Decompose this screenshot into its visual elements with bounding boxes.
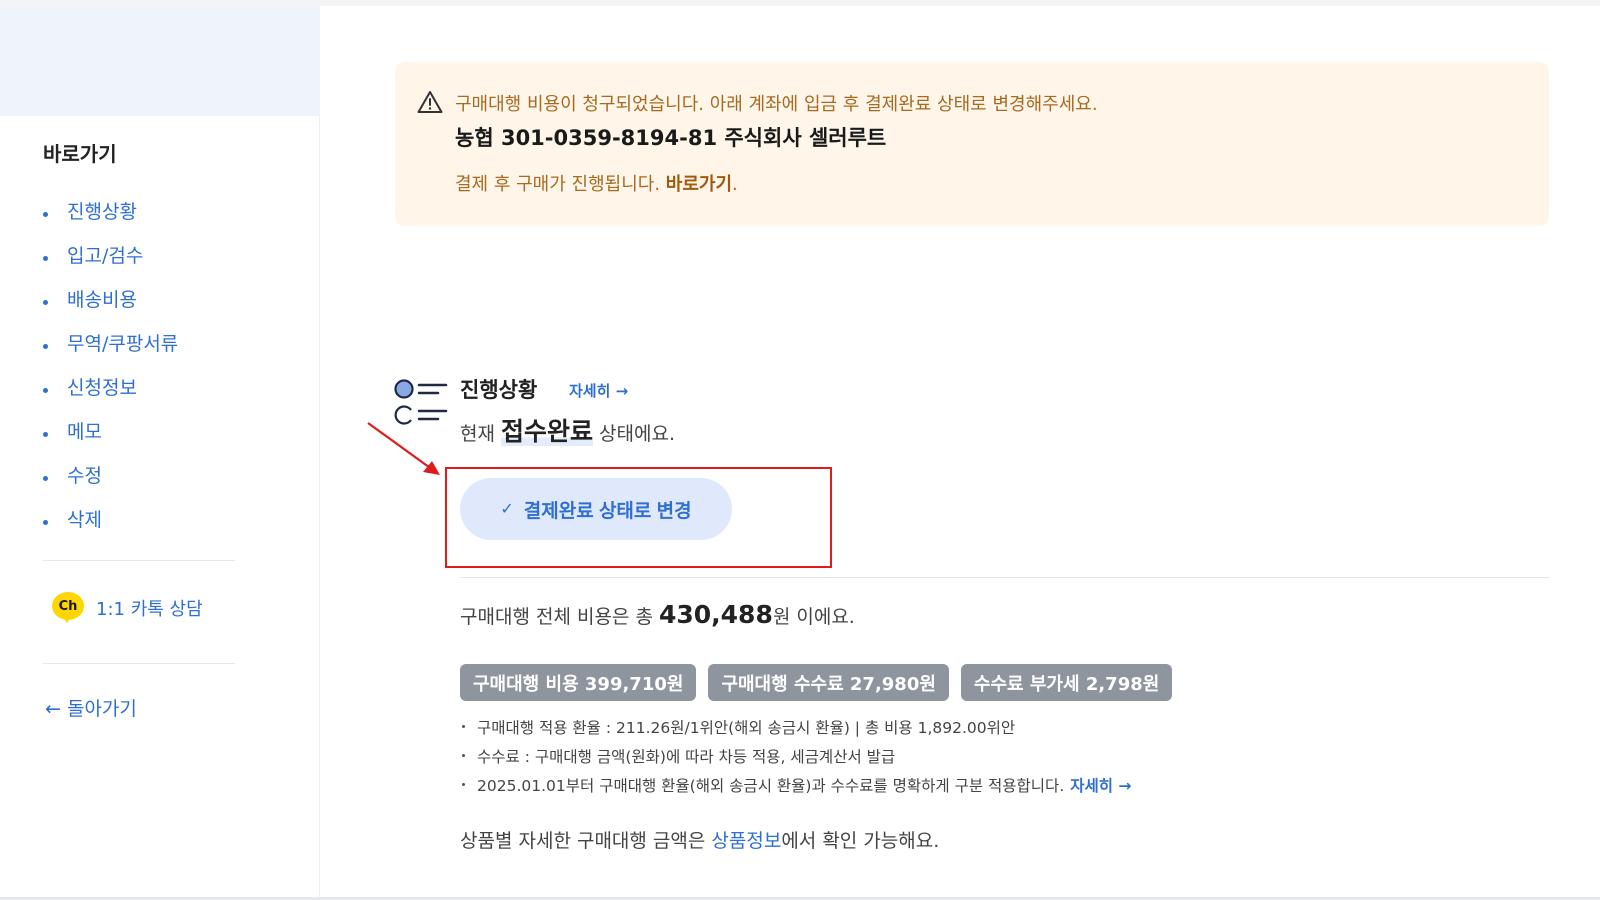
sidebar-item-label: 배송비용 xyxy=(67,288,137,311)
bank-account: 농협 301-0359-8194-81 주식회사 셀러루트 xyxy=(455,126,887,150)
current-status-text: 현재 접수완료 상태에요. xyxy=(460,417,676,446)
sidebar-item-label: 진행상황 xyxy=(67,200,137,223)
sidebar-item-label: 메모 xyxy=(67,420,102,443)
nav-list: 진행상황 입고/검수 배송비용 무역/쿠팡서류 신청정보 메모 수정 삭제 xyxy=(43,188,178,540)
section-title: 진행상황 xyxy=(460,378,538,402)
sidebar-item-shipping-cost[interactable]: 배송비용 xyxy=(43,276,178,320)
cost-chip-fee: 구매대행 수수료 27,980원 xyxy=(708,664,949,701)
check-icon: ✓ xyxy=(500,501,514,518)
alert-message: 구매대행 비용이 청구되었습니다. 아래 계좌에 입금 후 결제완료 상태로 변… xyxy=(455,94,1098,115)
nav-title: 바로가기 xyxy=(43,142,117,166)
kakao-chat-link[interactable]: Ch 1:1 카톡 상담 xyxy=(52,592,203,624)
sidebar-item-edit[interactable]: 수정 xyxy=(43,452,178,496)
bullet-icon xyxy=(43,211,48,217)
sidebar-item-request-info[interactable]: 신청정보 xyxy=(43,364,178,408)
bullet-icon xyxy=(43,387,48,393)
list-item: 구매대행 적용 환율 : 211.26원/1위안(해외 송금시 환율) | 총 … xyxy=(462,712,1131,741)
kakao-channel-icon: Ch xyxy=(52,592,84,624)
bullet-icon xyxy=(43,519,48,525)
cost-notes: 구매대행 적용 환율 : 211.26원/1위안(해외 송금시 환율) | 총 … xyxy=(462,712,1131,799)
sidebar-item-trade-docs[interactable]: 무역/쿠팡서류 xyxy=(43,320,178,364)
section-divider xyxy=(460,577,1550,578)
alert-note: 결제 후 구매가 진행됩니다. 바로가기. xyxy=(455,174,738,195)
sidebar-item-label: 무역/쿠팡서류 xyxy=(67,332,179,355)
sidebar-header-area xyxy=(0,6,320,116)
sidebar-item-label: 삭제 xyxy=(67,508,102,531)
sidebar-item-delete[interactable]: 삭제 xyxy=(43,496,178,540)
total-cost-text: 구매대행 전체 비용은 총 430,488원 이에요. xyxy=(460,600,855,629)
sidebar-item-progress[interactable]: 진행상황 xyxy=(43,188,178,232)
bullet-icon xyxy=(43,343,48,349)
bullet-icon xyxy=(43,299,48,305)
status-value: 접수완료 xyxy=(501,417,594,446)
button-label: 결제완료 상태로 변경 xyxy=(523,500,692,522)
kakao-chat-label: 1:1 카톡 상담 xyxy=(96,599,203,620)
alert-shortcut-link[interactable]: 바로가기 xyxy=(666,174,732,195)
total-amount: 430,488 xyxy=(658,600,773,629)
payment-alert: 구매대행 비용이 청구되었습니다. 아래 계좌에 입금 후 결제완료 상태로 변… xyxy=(395,62,1549,226)
product-info-text: 상품별 자세한 구매대행 금액은 상품정보에서 확인 가능해요. xyxy=(460,830,940,852)
back-link[interactable]: ← 돌아가기 xyxy=(45,694,137,721)
warning-icon xyxy=(417,91,443,113)
sidebar-divider xyxy=(43,560,235,561)
sidebar-divider xyxy=(43,663,235,664)
status-detail-link[interactable]: 자세히 → xyxy=(569,380,628,401)
sidebar-item-memo[interactable]: 메모 xyxy=(43,408,178,452)
sidebar-item-inbound[interactable]: 입고/검수 xyxy=(43,232,178,276)
sidebar-item-label: 신청정보 xyxy=(67,376,137,399)
change-to-paid-button[interactable]: ✓ 결제완료 상태로 변경 xyxy=(460,478,732,540)
cost-chip-purchase: 구매대행 비용 399,710원 xyxy=(460,664,697,701)
list-item: 2025.01.01부터 구매대행 환율(해외 송금시 환율)과 수수료를 명확… xyxy=(462,770,1131,799)
sidebar-item-label: 입고/검수 xyxy=(67,244,144,267)
fee-detail-link[interactable]: 자세히 → xyxy=(1070,774,1131,796)
annotation-arrow xyxy=(367,422,440,475)
product-info-link[interactable]: 상품정보 xyxy=(711,830,781,852)
list-item: 수수료 : 구매대행 금액(원화)에 따라 차등 적용, 세금계산서 발급 xyxy=(462,741,1131,770)
bullet-icon xyxy=(43,255,48,261)
bullet-icon xyxy=(43,431,48,437)
sidebar-item-label: 수정 xyxy=(67,464,102,487)
cost-chip-vat: 수수료 부가세 2,798원 xyxy=(960,664,1173,701)
cost-breakdown: 구매대행 비용 399,710원 구매대행 수수료 27,980원 수수료 부가… xyxy=(460,664,1184,701)
bullet-icon xyxy=(43,475,48,481)
